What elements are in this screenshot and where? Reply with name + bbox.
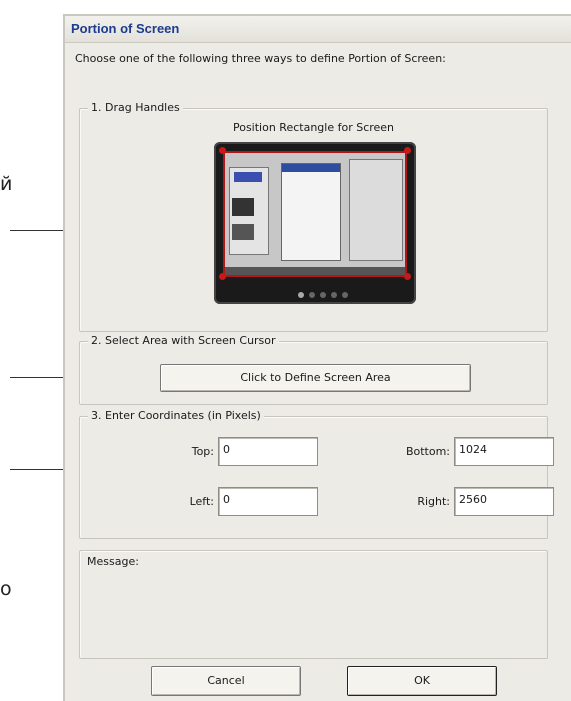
display-dot[interactable] bbox=[342, 292, 348, 298]
preview-window-bar bbox=[234, 172, 262, 182]
handle-bottom-left[interactable] bbox=[219, 273, 226, 280]
preview-caption: Position Rectangle for Screen bbox=[232, 121, 395, 134]
cancel-button[interactable]: Cancel bbox=[151, 666, 301, 696]
group-legend-drag-handles: 1. Drag Handles bbox=[88, 101, 183, 114]
right-field[interactable]: 2560 bbox=[454, 487, 554, 516]
dialog-title: Portion of Screen bbox=[71, 21, 180, 36]
screen-rectangle[interactable] bbox=[223, 151, 407, 277]
group-legend-coordinates: 3. Enter Coordinates (in Pixels) bbox=[88, 409, 264, 422]
dialog-instructions: Choose one of the following three ways t… bbox=[75, 52, 446, 65]
message-group: Message: bbox=[79, 550, 548, 659]
message-label: Message: bbox=[87, 555, 139, 568]
left-label: Left: bbox=[189, 495, 214, 508]
preview-window-right bbox=[349, 159, 403, 261]
display-dot[interactable] bbox=[309, 292, 315, 298]
ok-button[interactable]: OK bbox=[347, 666, 497, 696]
drag-handles-group: 1. Drag Handles Position Rectangle for S… bbox=[79, 101, 548, 332]
display-selector-dots bbox=[298, 292, 348, 298]
bottom-label: Bottom: bbox=[405, 445, 450, 458]
top-label: Top: bbox=[191, 445, 214, 458]
side-text-fragment-2: о bbox=[0, 578, 12, 600]
display-dot[interactable] bbox=[331, 292, 337, 298]
preview-taskbar bbox=[225, 267, 405, 275]
top-field[interactable]: 0 bbox=[218, 437, 318, 466]
left-field[interactable]: 0 bbox=[218, 487, 318, 516]
handle-top-right[interactable] bbox=[404, 147, 411, 154]
bottom-field[interactable]: 1024 bbox=[454, 437, 554, 466]
define-screen-area-button[interactable]: Click to Define Screen Area bbox=[160, 364, 471, 392]
preview-block bbox=[232, 224, 254, 240]
group-legend-select-area: 2. Select Area with Screen Cursor bbox=[88, 334, 279, 347]
monitor-preview[interactable] bbox=[214, 142, 416, 304]
side-text-fragment-1: й bbox=[0, 173, 13, 195]
preview-window-left bbox=[229, 167, 269, 255]
preview-block bbox=[232, 198, 254, 216]
right-label: Right: bbox=[417, 495, 450, 508]
dialog-title-bar: Portion of Screen bbox=[65, 16, 571, 43]
display-dot[interactable] bbox=[298, 292, 304, 298]
portion-of-screen-dialog: Portion of Screen Choose one of the foll… bbox=[63, 14, 571, 701]
handle-bottom-right[interactable] bbox=[404, 273, 411, 280]
preview-window-bar bbox=[282, 164, 340, 172]
display-dot[interactable] bbox=[320, 292, 326, 298]
enter-coordinates-group: 3. Enter Coordinates (in Pixels) Top: 0 … bbox=[79, 409, 554, 539]
select-area-group: 2. Select Area with Screen Cursor Click … bbox=[79, 334, 548, 405]
preview-window-center bbox=[281, 163, 341, 261]
handle-top-left[interactable] bbox=[219, 147, 226, 154]
